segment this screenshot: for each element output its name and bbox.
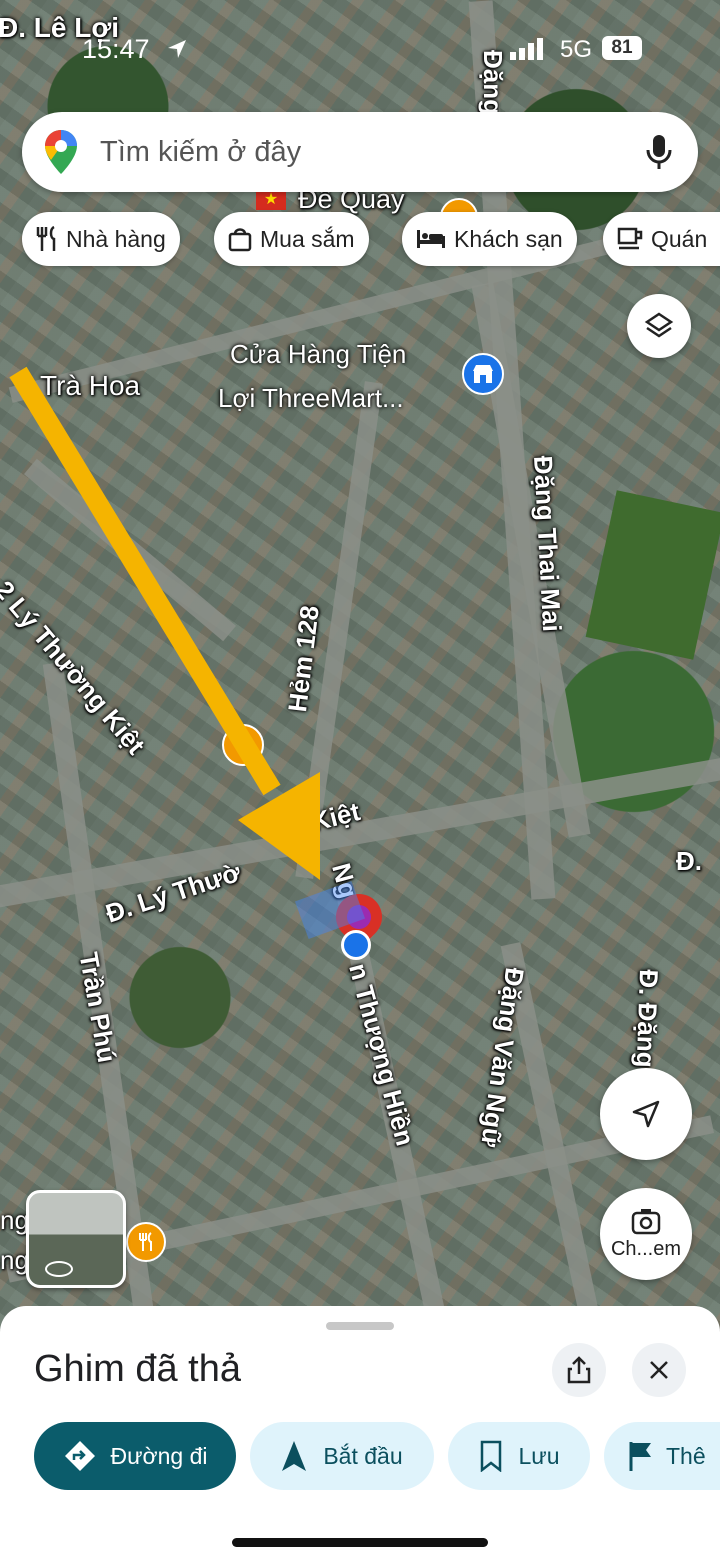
road-label-ng-left: ng [0,1205,29,1235]
battery-icon: 81 [602,36,642,60]
action-label: Lưu [518,1442,560,1469]
road-label-ng-left-2: ng [0,1245,29,1275]
close-icon [650,1361,668,1379]
bed-icon [417,230,445,248]
chip-shopping[interactable]: Mua sắm [214,212,369,266]
search-input[interactable]: Tìm kiếm ở đây [100,136,301,169]
chip-label: Mua sắm [260,225,355,252]
google-maps-logo-icon [45,130,77,174]
street-view-label: Ch...em [610,1237,682,1260]
battery-level: 81 [611,37,633,58]
home-indicator [232,1538,488,1547]
road-label-nguyen-thuong-hien: n Thượng Hiền [343,960,421,1149]
layers-icon [644,312,674,338]
action-label: Thê [666,1442,706,1469]
search-bar[interactable]: Tìm kiếm ở đây [22,112,698,192]
vietnam-flag-icon: ★ [256,190,286,210]
chip-label: Quán [651,225,708,252]
status-time: 15:47 [82,34,150,64]
navigation-outline-icon [632,1100,660,1128]
chip-coffee[interactable]: Quán [603,212,720,266]
navigation-arrow-icon [282,1441,307,1471]
save-button[interactable]: Lưu [448,1422,590,1490]
add-label-button[interactable]: Thê [604,1422,720,1490]
road-label-d-right: Đ. [676,846,702,876]
microphone-icon[interactable] [646,134,672,170]
chip-label: Nhà hàng [66,225,166,252]
road-label-tran-phu: Trần Phú [73,950,123,1065]
street-view-thumbnail[interactable] [26,1190,126,1288]
network-type: 5G [560,36,593,63]
fork-knife-icon [36,226,56,251]
directions-icon [64,1441,95,1471]
convenience-store-icon[interactable] [462,353,504,395]
drag-handle[interactable] [326,1322,394,1330]
flag-icon [629,1442,651,1471]
close-button[interactable] [632,1343,686,1397]
chip-restaurants[interactable]: Nhà hàng [22,212,180,266]
bookmark-icon [480,1440,501,1472]
signal-bars-icon [510,38,543,60]
action-label: Đường đi [110,1442,208,1469]
chip-label: Khách sạn [454,225,563,252]
road-label-dang-top: Đặng [478,50,508,115]
share-icon [567,1356,591,1384]
chip-hotels[interactable]: Khách sạn [402,212,577,266]
share-button[interactable] [552,1343,606,1397]
road-label-d-dang-right: Đ. Đặng [630,968,664,1069]
start-button[interactable]: Bắt đầu [250,1422,434,1490]
street-view-360-icon [45,1261,73,1277]
road-label-dang-van-ngu: Đặng Văn Ngữ [475,965,530,1149]
restaurant-poi-icon[interactable] [126,1222,166,1262]
action-label: Bắt đầu [323,1442,403,1469]
annotation-arrow [9,366,320,880]
coffee-cup-icon [617,227,643,250]
camera-search-icon [631,1208,661,1234]
directions-button[interactable]: Đường đi [34,1422,236,1490]
sheet-title: Ghim đã thả [34,1348,241,1390]
shopping-bag-icon [228,228,252,252]
green-field [585,490,720,660]
location-services-icon [168,40,186,58]
layers-button[interactable] [627,294,691,358]
street-view-button[interactable]: Ch...em [600,1188,692,1280]
current-location-dot [341,930,371,960]
my-location-button[interactable] [600,1068,692,1160]
